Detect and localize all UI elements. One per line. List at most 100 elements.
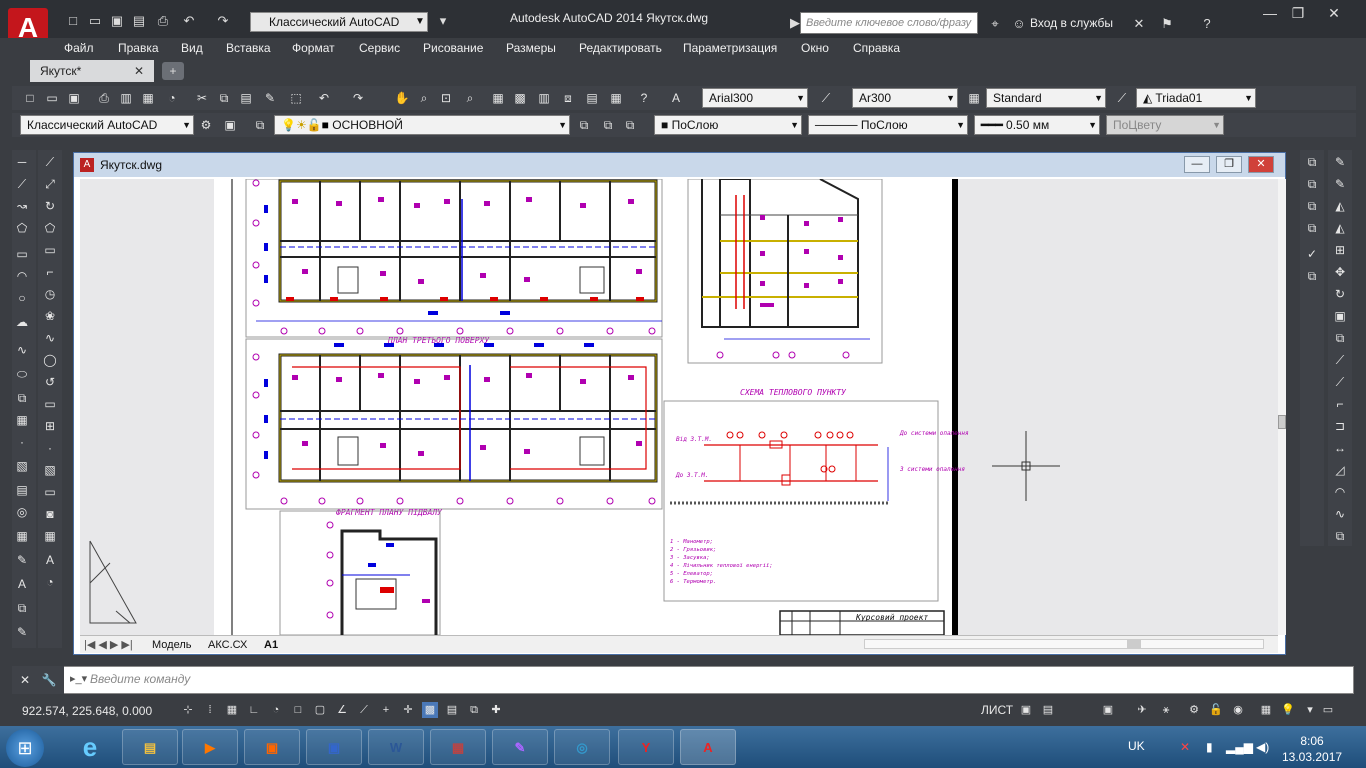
polygon-icon[interactable]: ⬠ [13, 219, 31, 237]
pan-icon[interactable]: ✋ [394, 90, 410, 106]
new-tab-button[interactable]: + [162, 62, 184, 80]
open-icon[interactable]: ▭ [44, 90, 60, 106]
globe-app-icon[interactable]: ◎ [554, 729, 610, 765]
explode-icon[interactable]: ◙ [41, 505, 59, 523]
match-properties-icon[interactable]: ✎ [262, 90, 278, 106]
save-as-icon[interactable]: ▤ [130, 12, 148, 30]
grid-icon[interactable]: ▦ [224, 702, 240, 718]
zoom-window-icon[interactable]: ⊡ [438, 90, 454, 106]
point-icon[interactable]: · [13, 433, 31, 451]
design-center-icon[interactable]: ▩ [512, 90, 528, 106]
pdf-icon[interactable]: ▣ [244, 729, 300, 765]
fillet-icon[interactable]: ▧ [41, 461, 59, 479]
dim-angular-icon[interactable]: ↔ [1331, 439, 1349, 457]
clock[interactable]: 8:06 13.03.2017 [1282, 733, 1342, 765]
command-line[interactable] [12, 666, 1354, 694]
vertical-scrollbar[interactable] [1278, 179, 1286, 635]
brush-icon[interactable]: ✎ [1331, 153, 1349, 171]
rectangle-icon[interactable]: ▭ [13, 245, 31, 263]
menu-format[interactable]: Формат [292, 39, 335, 57]
dim-linear-icon[interactable]: ▣ [1331, 307, 1349, 325]
properties-icon[interactable]: ▦ [490, 90, 506, 106]
menu-insert[interactable]: Вставка [226, 39, 271, 57]
blend-icon[interactable]: ▭ [41, 483, 59, 501]
hatch-icon[interactable]: ▧ [13, 457, 31, 475]
dyn-icon[interactable]: + [378, 702, 394, 718]
winrar-icon[interactable]: ▦ [430, 729, 486, 765]
layer-properties-icon[interactable]: ⧉ [252, 117, 268, 133]
tool-palettes-icon[interactable]: ▥ [536, 90, 552, 106]
plotstyle-select[interactable]: ПоЦвету ▼ [1106, 115, 1224, 135]
match-icon[interactable]: ✎ [1331, 175, 1349, 193]
make-current-icon[interactable]: ⧉ [576, 117, 592, 133]
isolate-objects-icon[interactable]: ▦ [1258, 702, 1274, 718]
close-icon[interactable]: ✕ [134, 60, 150, 82]
annotation-monitor-icon[interactable]: ✚ [488, 702, 504, 718]
copy-icon[interactable]: ⧉ [216, 90, 232, 106]
3d-osnap-icon[interactable]: ▢ [312, 702, 328, 718]
layer-tools-icon[interactable]: ⧉ [1303, 153, 1321, 171]
paste-icon[interactable]: ▤ [238, 90, 254, 106]
offset-icon[interactable]: ⬠ [41, 219, 59, 237]
workspace-select[interactable]: Классический AutoCAD [250, 12, 428, 32]
redo-icon[interactable]: ↷ [350, 90, 366, 106]
maximize-viewport-icon[interactable]: ▣ [1100, 702, 1116, 718]
markup-icon[interactable]: ▤ [584, 90, 600, 106]
exchange-icon[interactable]: ✕ [1130, 15, 1148, 33]
doc-close-button[interactable]: ✕ [1248, 156, 1274, 173]
attribute-icon[interactable]: ◔ [41, 573, 59, 591]
extend-icon[interactable]: ↺ [41, 373, 59, 391]
layer-state-icon[interactable]: ⧉ [622, 117, 638, 133]
save-app-icon[interactable]: ▣ [306, 729, 362, 765]
layer-tools-icon[interactable]: ⧉ [1303, 219, 1321, 237]
layer-tools-icon[interactable]: ⧉ [1303, 175, 1321, 193]
customize-icon[interactable]: ▾ [434, 12, 452, 30]
quick-view-layouts-icon[interactable]: ▣ [1018, 702, 1034, 718]
battery-icon[interactable]: ▮ [1206, 740, 1213, 754]
annotation-visibility-icon[interactable]: ⚹ [1158, 702, 1174, 718]
doc-minimize-button[interactable]: — [1184, 156, 1210, 173]
text-tools-icon[interactable]: ⧉ [1303, 267, 1321, 285]
minimize-button[interactable]: — [1256, 4, 1284, 22]
lineweight-select[interactable]: ━━━ 0.50 мм ▼ [974, 115, 1100, 135]
join-icon[interactable]: ⊞ [41, 417, 59, 435]
continue-icon[interactable]: ∿ [1331, 505, 1349, 523]
rotate-icon[interactable]: ◷ [41, 285, 59, 303]
polyline-icon[interactable]: ↝ [13, 197, 31, 215]
grips-icon[interactable]: ⊞ [1331, 241, 1349, 259]
start-button[interactable]: ⊞ [6, 729, 44, 767]
table-style-icon[interactable]: ▦ [966, 90, 982, 106]
save-icon[interactable]: ▣ [66, 90, 82, 106]
coordinate-readout[interactable]: 922.574, 225.648, 0.000 [22, 704, 152, 718]
spline-icon[interactable]: ∿ [13, 341, 31, 359]
menu-window[interactable]: Окно [801, 39, 829, 57]
menu-modify[interactable]: Редактировать [579, 39, 662, 57]
command-input[interactable]: Введите команду [90, 672, 190, 686]
table-icon[interactable]: ▦ [41, 527, 59, 545]
multiline-text-icon[interactable]: ✎ [13, 551, 31, 569]
text-icon[interactable]: A [13, 575, 31, 593]
ellipse-icon[interactable]: ⬭ [13, 365, 31, 383]
lineweight-icon[interactable]: ✛ [400, 702, 416, 718]
color-select[interactable]: ■ ПоСлою ▼ [654, 115, 802, 135]
add-selected-icon[interactable]: ⧉ [13, 599, 31, 617]
otrack-icon[interactable]: ∠ [334, 702, 350, 718]
paper-space-toggle[interactable]: ЛИСТ [981, 703, 1013, 717]
menu-view[interactable]: Вид [181, 39, 203, 57]
undo-icon[interactable]: ↶ [316, 90, 332, 106]
quick-properties-icon[interactable]: ▤ [444, 702, 460, 718]
lock-icon[interactable]: 🔓 [1208, 702, 1224, 718]
erase-icon[interactable]: ⟋ [41, 153, 59, 171]
circle-icon[interactable]: ○ [13, 289, 31, 307]
maximize-button[interactable]: ❐ [1284, 4, 1312, 22]
region-icon[interactable]: ◎ [13, 503, 31, 521]
table-icon[interactable]: ▦ [13, 527, 31, 545]
trim-icon[interactable]: ◯ [41, 351, 59, 369]
scroll-thumb[interactable] [1278, 415, 1286, 429]
tab-model[interactable]: Модель [152, 637, 191, 653]
hatch-edit-icon[interactable]: ◭ [1331, 197, 1349, 215]
autocad-taskbar-icon[interactable]: A [680, 729, 736, 765]
text-style-select[interactable]: Arial300 ▼ [702, 88, 808, 108]
quick-dim-icon[interactable]: ◿ [1331, 461, 1349, 479]
menu-dimension[interactable]: Размеры [506, 39, 556, 57]
